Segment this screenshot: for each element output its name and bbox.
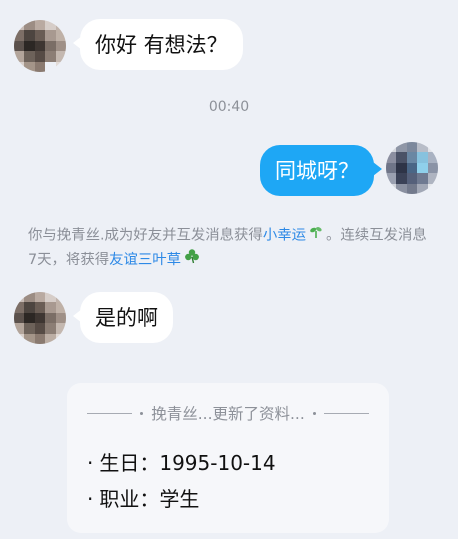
- message-text: 同城呀？: [275, 159, 359, 183]
- divider: [87, 412, 133, 414]
- sprout-icon: [309, 224, 323, 247]
- message-bubble-sent[interactable]: 同城呀？: [260, 145, 382, 196]
- message-text: 是的啊: [95, 306, 158, 330]
- my-avatar[interactable]: [386, 142, 438, 194]
- birthday-label: 生日：: [99, 451, 160, 475]
- message-bubble-received[interactable]: 你好 有想法？: [73, 19, 243, 70]
- friendship-notice: 你与挽青丝.成为好友并互发消息获得小幸运 。连续互发消息7天，将获得友谊三叶草: [28, 224, 432, 272]
- clover-link[interactable]: 友谊三叶草: [109, 252, 181, 268]
- timestamp: 00:40: [208, 99, 250, 115]
- message-bubble-received[interactable]: 是的啊: [73, 292, 173, 343]
- job-label: 职业：: [99, 487, 160, 511]
- card-title: 挽青丝...更新了资料...: [151, 405, 305, 423]
- job-row: · 职业：学生: [87, 483, 199, 512]
- contact-avatar[interactable]: [14, 292, 66, 344]
- notice-text: 你与挽青丝.成为好友并互发消息获得: [28, 227, 263, 244]
- bullet: ·: [87, 451, 94, 475]
- bullet: ·: [87, 487, 94, 511]
- contact-avatar[interactable]: [14, 20, 66, 72]
- divider-dot: [140, 411, 144, 415]
- card-header: 挽青丝...更新了资料...: [87, 403, 370, 423]
- birthday-value: 1995-10-14: [159, 451, 276, 475]
- divider-dot: [312, 411, 316, 415]
- divider: [323, 412, 370, 414]
- message-text: 你好 有想法？: [95, 33, 228, 57]
- profile-update-card[interactable]: 挽青丝...更新了资料... · 生日：1995-10-14 · 职业：学生: [67, 383, 389, 533]
- birthday-row: · 生日：1995-10-14: [87, 447, 276, 476]
- lucky-link[interactable]: 小幸运: [263, 228, 306, 244]
- clover-icon: [184, 248, 200, 272]
- job-value: 学生: [159, 487, 200, 511]
